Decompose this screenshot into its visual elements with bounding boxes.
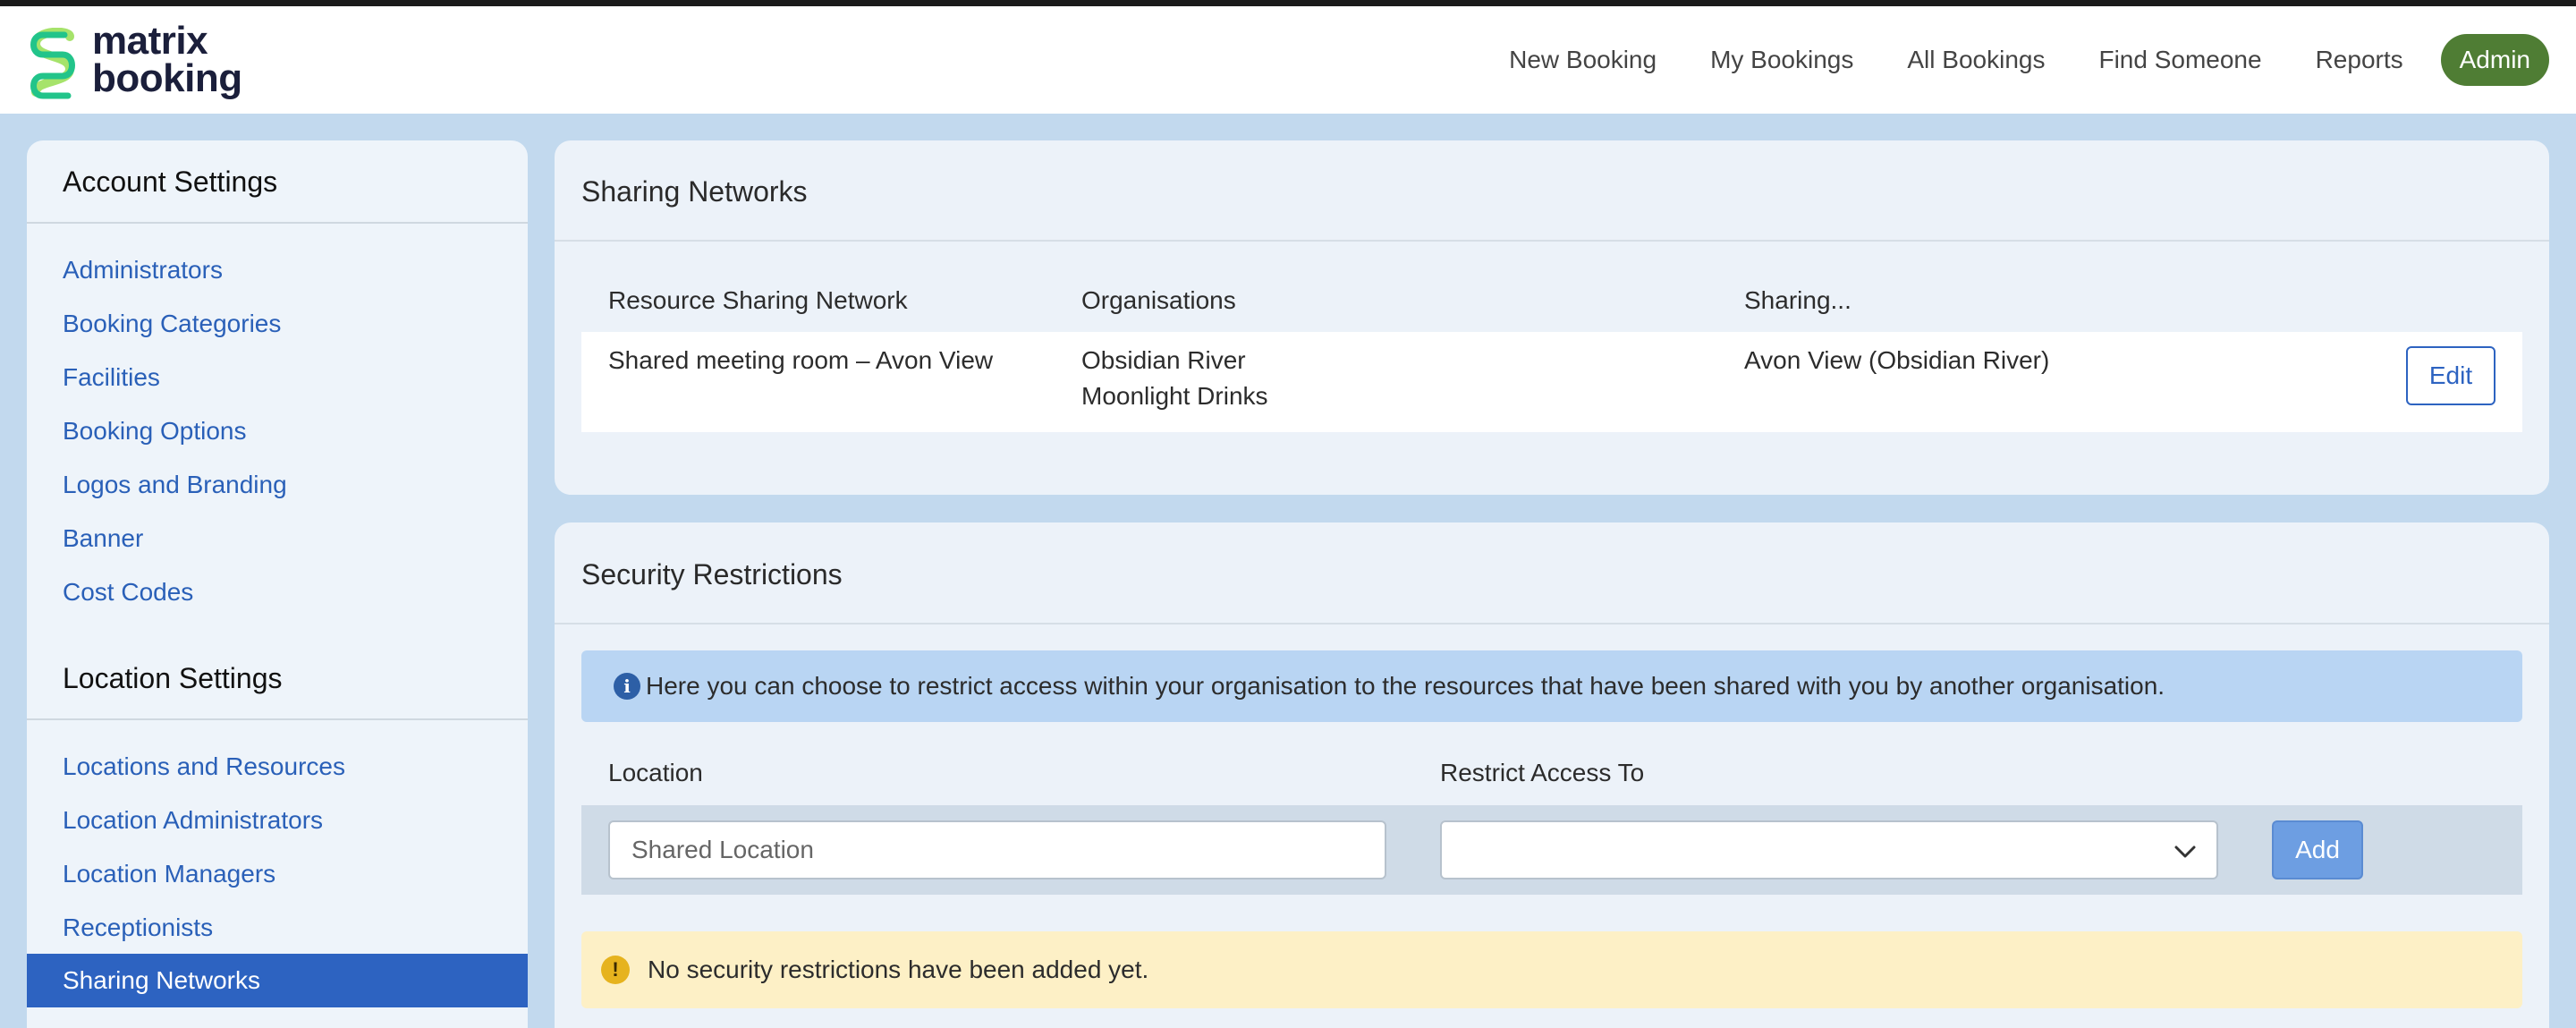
account-settings-heading: Account Settings <box>63 166 278 198</box>
sidebar-item-label: Sharing Networks <box>63 966 260 994</box>
sidebar-item-logos-and-branding[interactable]: Logos and Branding <box>63 471 287 499</box>
sidebar-item-booking-options[interactable]: Booking Options <box>63 417 246 446</box>
sidebar-item-locations-and-resources[interactable]: Locations and Resources <box>63 752 345 781</box>
card-divider <box>555 240 2549 242</box>
row-network-name: Shared meeting room – Avon View <box>608 346 994 374</box>
main-nav: New Booking My Bookings All Bookings Fin… <box>1455 33 2549 87</box>
exclamation-circle-icon: ! <box>601 956 630 984</box>
logo-line-matrix: matrix <box>92 19 208 63</box>
warning-alert-text: No security restrictions have been added… <box>648 956 1149 983</box>
info-circle-icon: i <box>614 673 640 700</box>
nav-reports[interactable]: Reports <box>2316 46 2403 74</box>
row-sharing-resource: Avon View (Obsidian River) <box>1744 346 2050 374</box>
app-header: matrix booking New Booking My Bookings A… <box>0 6 2576 114</box>
sidebar-item-sharing-networks[interactable]: Sharing Networks <box>27 954 528 1007</box>
logo-wordmark: matrix booking <box>92 19 242 100</box>
location-field-label: Location <box>608 759 703 786</box>
row-organisations: Obsidian River Moonlight Drinks <box>1081 343 1268 414</box>
organisation-name: Moonlight Drinks <box>1081 382 1268 410</box>
edit-button[interactable]: Edit <box>2406 346 2496 405</box>
sidebar-divider <box>27 718 528 720</box>
organisation-name: Obsidian River <box>1081 346 1246 374</box>
sharing-networks-card: Sharing Networks Resource Sharing Networ… <box>555 140 2549 495</box>
sidebar-item-location-administrators[interactable]: Location Administrators <box>63 806 323 835</box>
security-restrictions-title: Security Restrictions <box>581 558 843 590</box>
top-edge-bar <box>0 0 2576 6</box>
info-alert-text: Here you can choose to restrict access w… <box>646 672 2165 700</box>
card-divider <box>555 623 2549 624</box>
shared-location-input[interactable] <box>608 820 1386 879</box>
sidebar-item-booking-categories[interactable]: Booking Categories <box>63 310 281 338</box>
column-header-organisations: Organisations <box>1081 286 1236 314</box>
nav-my-bookings[interactable]: My Bookings <box>1710 46 1853 74</box>
logo-line-booking: booking <box>92 56 242 100</box>
restrict-access-label: Restrict Access To <box>1440 759 1645 786</box>
chevron-down-icon <box>2174 845 2196 858</box>
sidebar-item-banner[interactable]: Banner <box>63 524 143 553</box>
warning-alert: ! No security restrictions have been add… <box>581 931 2522 1008</box>
info-alert: i Here you can choose to restrict access… <box>581 650 2522 722</box>
sidebar-item-location-managers[interactable]: Location Managers <box>63 860 275 888</box>
matrix-booking-logo[interactable]: matrix booking <box>25 19 258 103</box>
security-restrictions-card: Security Restrictions i Here you can cho… <box>555 522 2549 1028</box>
add-button[interactable]: Add <box>2272 820 2363 879</box>
sidebar-item-administrators[interactable]: Administrators <box>63 256 223 285</box>
restriction-form-row: Add <box>581 805 2522 895</box>
nav-all-bookings[interactable]: All Bookings <box>1907 46 2045 74</box>
sharing-networks-title: Sharing Networks <box>581 175 808 208</box>
sidebar-divider <box>27 222 528 224</box>
settings-sidebar: Account Settings Administrators Booking … <box>27 140 528 1028</box>
column-header-sharing: Sharing... <box>1744 286 1852 314</box>
column-header-network: Resource Sharing Network <box>608 286 908 314</box>
sidebar-item-cost-codes[interactable]: Cost Codes <box>63 578 193 607</box>
table-row: Shared meeting room – Avon View Obsidian… <box>581 332 2522 432</box>
location-settings-heading: Location Settings <box>63 662 283 694</box>
sidebar-item-facilities[interactable]: Facilities <box>63 363 160 392</box>
restrict-access-select[interactable] <box>1440 820 2218 879</box>
nav-new-booking[interactable]: New Booking <box>1509 46 1657 74</box>
nav-admin-button[interactable]: Admin <box>2440 34 2549 86</box>
logo-mark-icon <box>30 28 75 99</box>
sidebar-item-receptionists[interactable]: Receptionists <box>63 913 213 942</box>
nav-find-someone[interactable]: Find Someone <box>2098 46 2261 74</box>
